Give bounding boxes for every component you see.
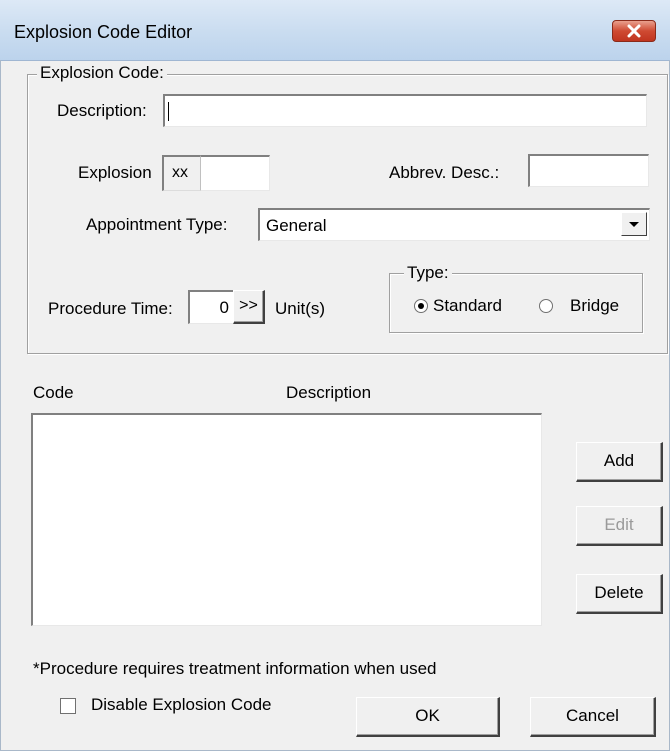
radio-standard-button[interactable] — [414, 299, 428, 313]
explosion-prefix: xx — [162, 155, 202, 191]
codes-list[interactable] — [31, 413, 542, 626]
description-input[interactable] — [163, 94, 647, 127]
close-button[interactable] — [612, 20, 656, 42]
radio-bridge[interactable]: Bridge — [531, 295, 631, 317]
text-cursor — [168, 102, 169, 121]
disable-explosion-code-checkbox[interactable]: Disable Explosion Code — [60, 694, 300, 718]
appointment-type-label: Appointment Type: — [86, 215, 228, 234]
abbrev-desc-input[interactable] — [528, 154, 649, 187]
explosion-code-legend: Explosion Code: — [37, 63, 167, 83]
disable-explosion-code-label: Disable Explosion Code — [91, 695, 272, 714]
delete-button[interactable]: Delete — [576, 574, 663, 614]
abbrev-desc-label: Abbrev. Desc.: — [389, 163, 500, 182]
explosion-input[interactable] — [200, 155, 270, 191]
explosion-label: Explosion — [78, 163, 152, 182]
units-label: Unit(s) — [275, 299, 326, 318]
radio-standard-label: Standard — [433, 296, 502, 315]
description-label: Description: — [57, 101, 147, 120]
checkbox-box[interactable] — [60, 698, 76, 714]
type-legend: Type: — [404, 263, 452, 283]
dropdown-button[interactable] — [621, 212, 647, 236]
radio-selected-dot — [418, 303, 424, 309]
add-button[interactable]: Add — [576, 442, 663, 482]
window-title: Explosion Code Editor — [14, 22, 193, 42]
treatment-note: *Procedure requires treatment informatio… — [33, 659, 437, 678]
title-bar: Explosion Code Editor — [0, 0, 670, 61]
column-header-code: Code — [33, 383, 74, 402]
radio-bridge-button[interactable] — [539, 299, 553, 313]
close-icon — [627, 24, 641, 38]
procedure-time-input[interactable]: 0 — [188, 290, 234, 324]
procedure-time-label: Procedure Time: — [48, 299, 173, 318]
appointment-type-select[interactable]: General — [258, 208, 650, 241]
chevron-down-icon — [629, 222, 639, 227]
radio-bridge-label: Bridge — [570, 296, 620, 315]
column-header-description: Description — [286, 383, 372, 402]
procedure-time-expand-button[interactable]: >> — [233, 290, 265, 324]
radio-standard[interactable]: Standard — [404, 295, 514, 317]
cancel-button[interactable]: Cancel — [530, 697, 656, 737]
appointment-type-value: General — [266, 216, 327, 235]
edit-button[interactable]: Edit — [576, 506, 663, 546]
ok-button[interactable]: OK — [356, 697, 500, 737]
